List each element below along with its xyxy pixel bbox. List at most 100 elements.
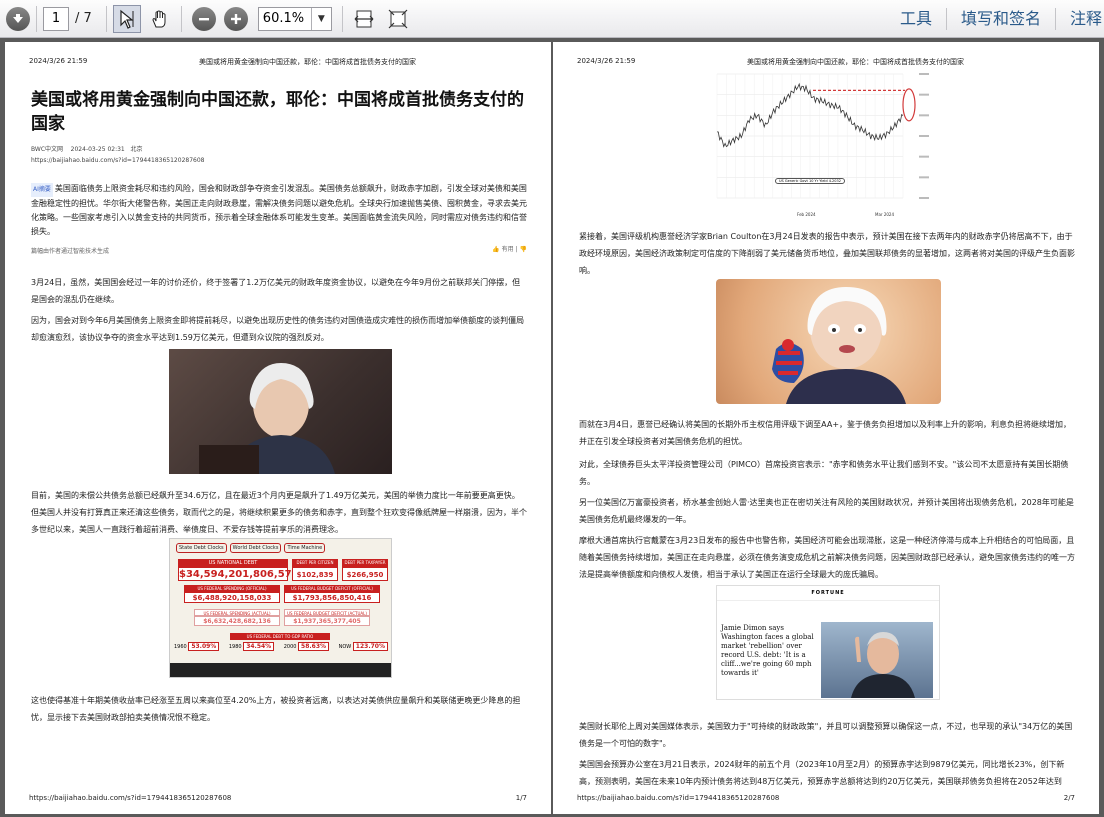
page-number-input[interactable] [43, 6, 69, 31]
spending-value: $6,488,920,158,033 [184, 592, 280, 603]
total-pages: / 7 [75, 11, 92, 26]
ratio-1960: 1960 53.09% [174, 642, 220, 651]
spending-actual-value: $6,632,428,682,136 [194, 616, 280, 626]
footer-page-number: 1/7 [515, 794, 527, 802]
fit-page-button[interactable] [383, 5, 413, 33]
national-debt-value: $34,594,201,806,575 [178, 567, 299, 581]
ratio-2000: 2000 58.63% [284, 642, 330, 651]
national-debt-label: US NATIONAL DEBT [178, 559, 288, 567]
article-meta: BWC中文网 2024-03-25 02:31 北京 [31, 144, 143, 153]
select-tool-button[interactable] [112, 4, 141, 33]
previous-page-button[interactable] [6, 5, 30, 33]
y-axis-tick [919, 197, 929, 199]
fortune-headline: Jamie Dimon says Washington faces a glob… [721, 624, 814, 677]
menu-tools[interactable]: 工具 [886, 7, 946, 31]
document-viewer[interactable]: 2024/3/26 21:59 美国或将用黄金强制向中国还款，耶伦：中国将成首批… [0, 38, 1104, 817]
ratio-1980: 1980 34.54% [229, 642, 275, 651]
arrow-down-icon [6, 6, 30, 31]
paragraph-10: 美国财长耶伦上周对美国媒体表示，美国致力于"可持续的财政政策"，并且可以调整预算… [579, 722, 1073, 748]
paragraph-1: 3月24日，虽然，美国国会经过一年的讨价还价，终于签署了1.2万亿美元的财政年度… [31, 278, 521, 304]
debt-clock-tabs: State Debt Clocks World Debt Clocks Time… [170, 539, 391, 557]
thumbs-up-icon[interactable]: 👍 [492, 246, 499, 253]
ai-summary: AI摘要 美国面临债务上限资金耗尽和违约风险，国会和财政部争夺资金引发混乱。美国债… [31, 182, 527, 239]
pdf-page-2: 2024/3/26 21:59 美国或将用黄金强制向中国还款，耶伦：中国将成首批… [553, 42, 1099, 814]
footer-page-number: 2/7 [1063, 794, 1075, 802]
tab-state-debt: State Debt Clocks [176, 543, 227, 553]
deficit-actual-label: US FEDERAL BUDGET DEFICIT (ACTUAL) [284, 609, 370, 616]
y-axis-tick [919, 93, 929, 96]
article-location: 北京 [130, 146, 143, 153]
yield-chart: US Generic Govt 10 Yr Yield 4.2032 Feb 2… [713, 66, 939, 226]
header-title: 美国或将用黄金强制向中国还款，耶伦：中国将成首批债务支付的国家 [199, 58, 416, 66]
ratio-label: US FEDERAL DEBT TO GDP RATIO [230, 633, 330, 640]
menu-comment[interactable]: 注释 [1056, 7, 1104, 31]
minus-icon [191, 6, 216, 31]
fit-page-icon [388, 9, 408, 28]
ai-feedback: 👍 有用 | 👎 [492, 246, 527, 253]
paragraph-3: 目前，美国的未偿公共债务总额已经飙升至34.6万亿，且在最近3个月内更是飙升了1… [31, 491, 527, 534]
paragraph-7: 对此，全球债券巨头太平洋投资管理公司（PIMCO）首席投资官表示："赤字和债务水… [579, 460, 1069, 486]
highlight-circle [902, 88, 916, 122]
y-axis-tick [919, 73, 929, 75]
print-datetime: 2024/3/26 21:59 [29, 57, 88, 65]
ai-useful-label[interactable]: 有用 [502, 246, 514, 253]
fit-width-button[interactable] [349, 5, 379, 33]
ai-note: 篇幅由作者通过智能技术生成 [31, 248, 110, 255]
text-cursor-icon [120, 9, 134, 29]
footer-url: https://baijiahao.baidu.com/s?id=1794418… [577, 794, 780, 802]
spending-actual-label: US FEDERAL SPENDING (ACTUAL) [194, 609, 280, 616]
thumbs-down-icon[interactable]: 👎 [520, 246, 527, 253]
chevron-down-icon[interactable]: ▼ [310, 7, 331, 30]
paragraph-11: 美国国会预算办公室在3月21日表示，2024财年的前五个月（2023年10月至2… [579, 760, 1065, 786]
deficit-value: $1,793,856,850,416 [284, 592, 380, 603]
spending-label: US FEDERAL SPENDING (OFFICIAL) [184, 585, 280, 592]
fortune-screenshot: FORTUNE Jamie Dimon says Washington face… [716, 585, 940, 700]
paragraph-9: 摩根大通首席执行官戴蒙在3月23日发布的报告中也警告称，美国经济可能会出现滞胀，… [579, 536, 1075, 579]
zoom-out-button[interactable] [191, 5, 216, 33]
page-header: 2024/3/26 21:59 美国或将用黄金强制向中国还款，耶伦：中国将成首批… [29, 57, 527, 67]
y-axis-tick [919, 176, 929, 179]
debt-clock-image: State Debt Clocks World Debt Clocks Time… [169, 538, 392, 678]
yield-chart-svg [716, 73, 929, 199]
yellen-photo [169, 349, 392, 474]
per-taxpayer-value: $266,950 [342, 567, 388, 581]
deficit-label: US FEDERAL BUDGET DEFICIT (OFFICIAL) [284, 585, 380, 592]
tab-world-debt: World Debt Clocks [229, 543, 282, 553]
ratio-now: NOW 123.70% [339, 642, 388, 651]
dimon-photo [821, 622, 933, 698]
zoom-input[interactable] [258, 7, 311, 30]
page-footer: https://baijiahao.baidu.com/s?id=1794418… [577, 794, 1075, 802]
hand-tool-button[interactable] [145, 5, 175, 33]
pdf-page-1: 2024/3/26 21:59 美国或将用黄金强制向中国还款，耶伦：中国将成首批… [5, 42, 551, 814]
footer-url: https://baijiahao.baidu.com/s?id=1794418… [29, 794, 232, 802]
per-citizen-label: DEBT PER CITIZEN [292, 559, 338, 567]
yellen-caricature [716, 279, 941, 404]
y-axis-tick [919, 155, 929, 158]
menu-fill-sign[interactable]: 填写和签名 [947, 7, 1055, 31]
y-axis-tick [919, 135, 929, 137]
hand-icon [152, 10, 166, 27]
page-footer: https://baijiahao.baidu.com/s?id=1794418… [29, 794, 527, 802]
y-axis-tick [919, 114, 929, 117]
paragraph-8: 另一位美国亿万富豪投资者，桥水基金创始人雷·达里奥也正在密切关注有风险的美国财政… [579, 498, 1074, 524]
plus-icon [223, 6, 248, 31]
paragraph-6: 而就在3月4日，惠誉已经确认将美国的长期外币主权信用评级下调至AA+，鉴于债务负… [579, 420, 1072, 446]
paragraph-2: 因为，国会对到今年6月美国债务上限资金即将提前耗尽，以避免出现历史性的债务违约对… [31, 316, 525, 342]
zoom-select[interactable]: ▼ [257, 6, 332, 31]
article-source: BWC中文网 [31, 146, 64, 153]
ratio-row: 1960 53.09% 1980 34.54% 2000 58.63% NOW … [174, 642, 388, 651]
tab-time-machine: Time Machine [284, 543, 326, 553]
article-url[interactable]: https://baijiahao.baidu.com/s?id=1794418… [31, 157, 204, 164]
ai-summary-text: 美国面临债务上限资金耗尽和违约风险，国会和财政部争夺资金引发混乱。美国债务总额飙… [31, 184, 527, 236]
zoom-in-button[interactable] [223, 5, 248, 33]
pdf-toolbar: / 7 ▼ 工具 填写和签名 注释 [0, 0, 1104, 38]
paragraph-5: 紧接着，美国评级机构惠誉经济学家Brian Coulton在3月24日发表的报告… [579, 232, 1075, 275]
article-title: 美国或将用黄金强制向中国还款，耶伦：中国将成首批债务支付的国家 [31, 90, 524, 134]
chart-month-2: Mar 2024 [875, 212, 894, 217]
paragraph-4: 这也使得基准十年期美债收益率已经涨至五周以来高位至4.20%上方，被投资者远离，… [31, 696, 521, 722]
article-date: 2024-03-25 02:31 [70, 146, 125, 153]
per-taxpayer-label: DEBT PER TAXPAYER [342, 559, 388, 567]
fit-width-icon [354, 10, 374, 27]
deficit-actual-value: $1,937,365,377,405 [284, 616, 370, 626]
per-citizen-value: $102,839 [292, 567, 338, 581]
